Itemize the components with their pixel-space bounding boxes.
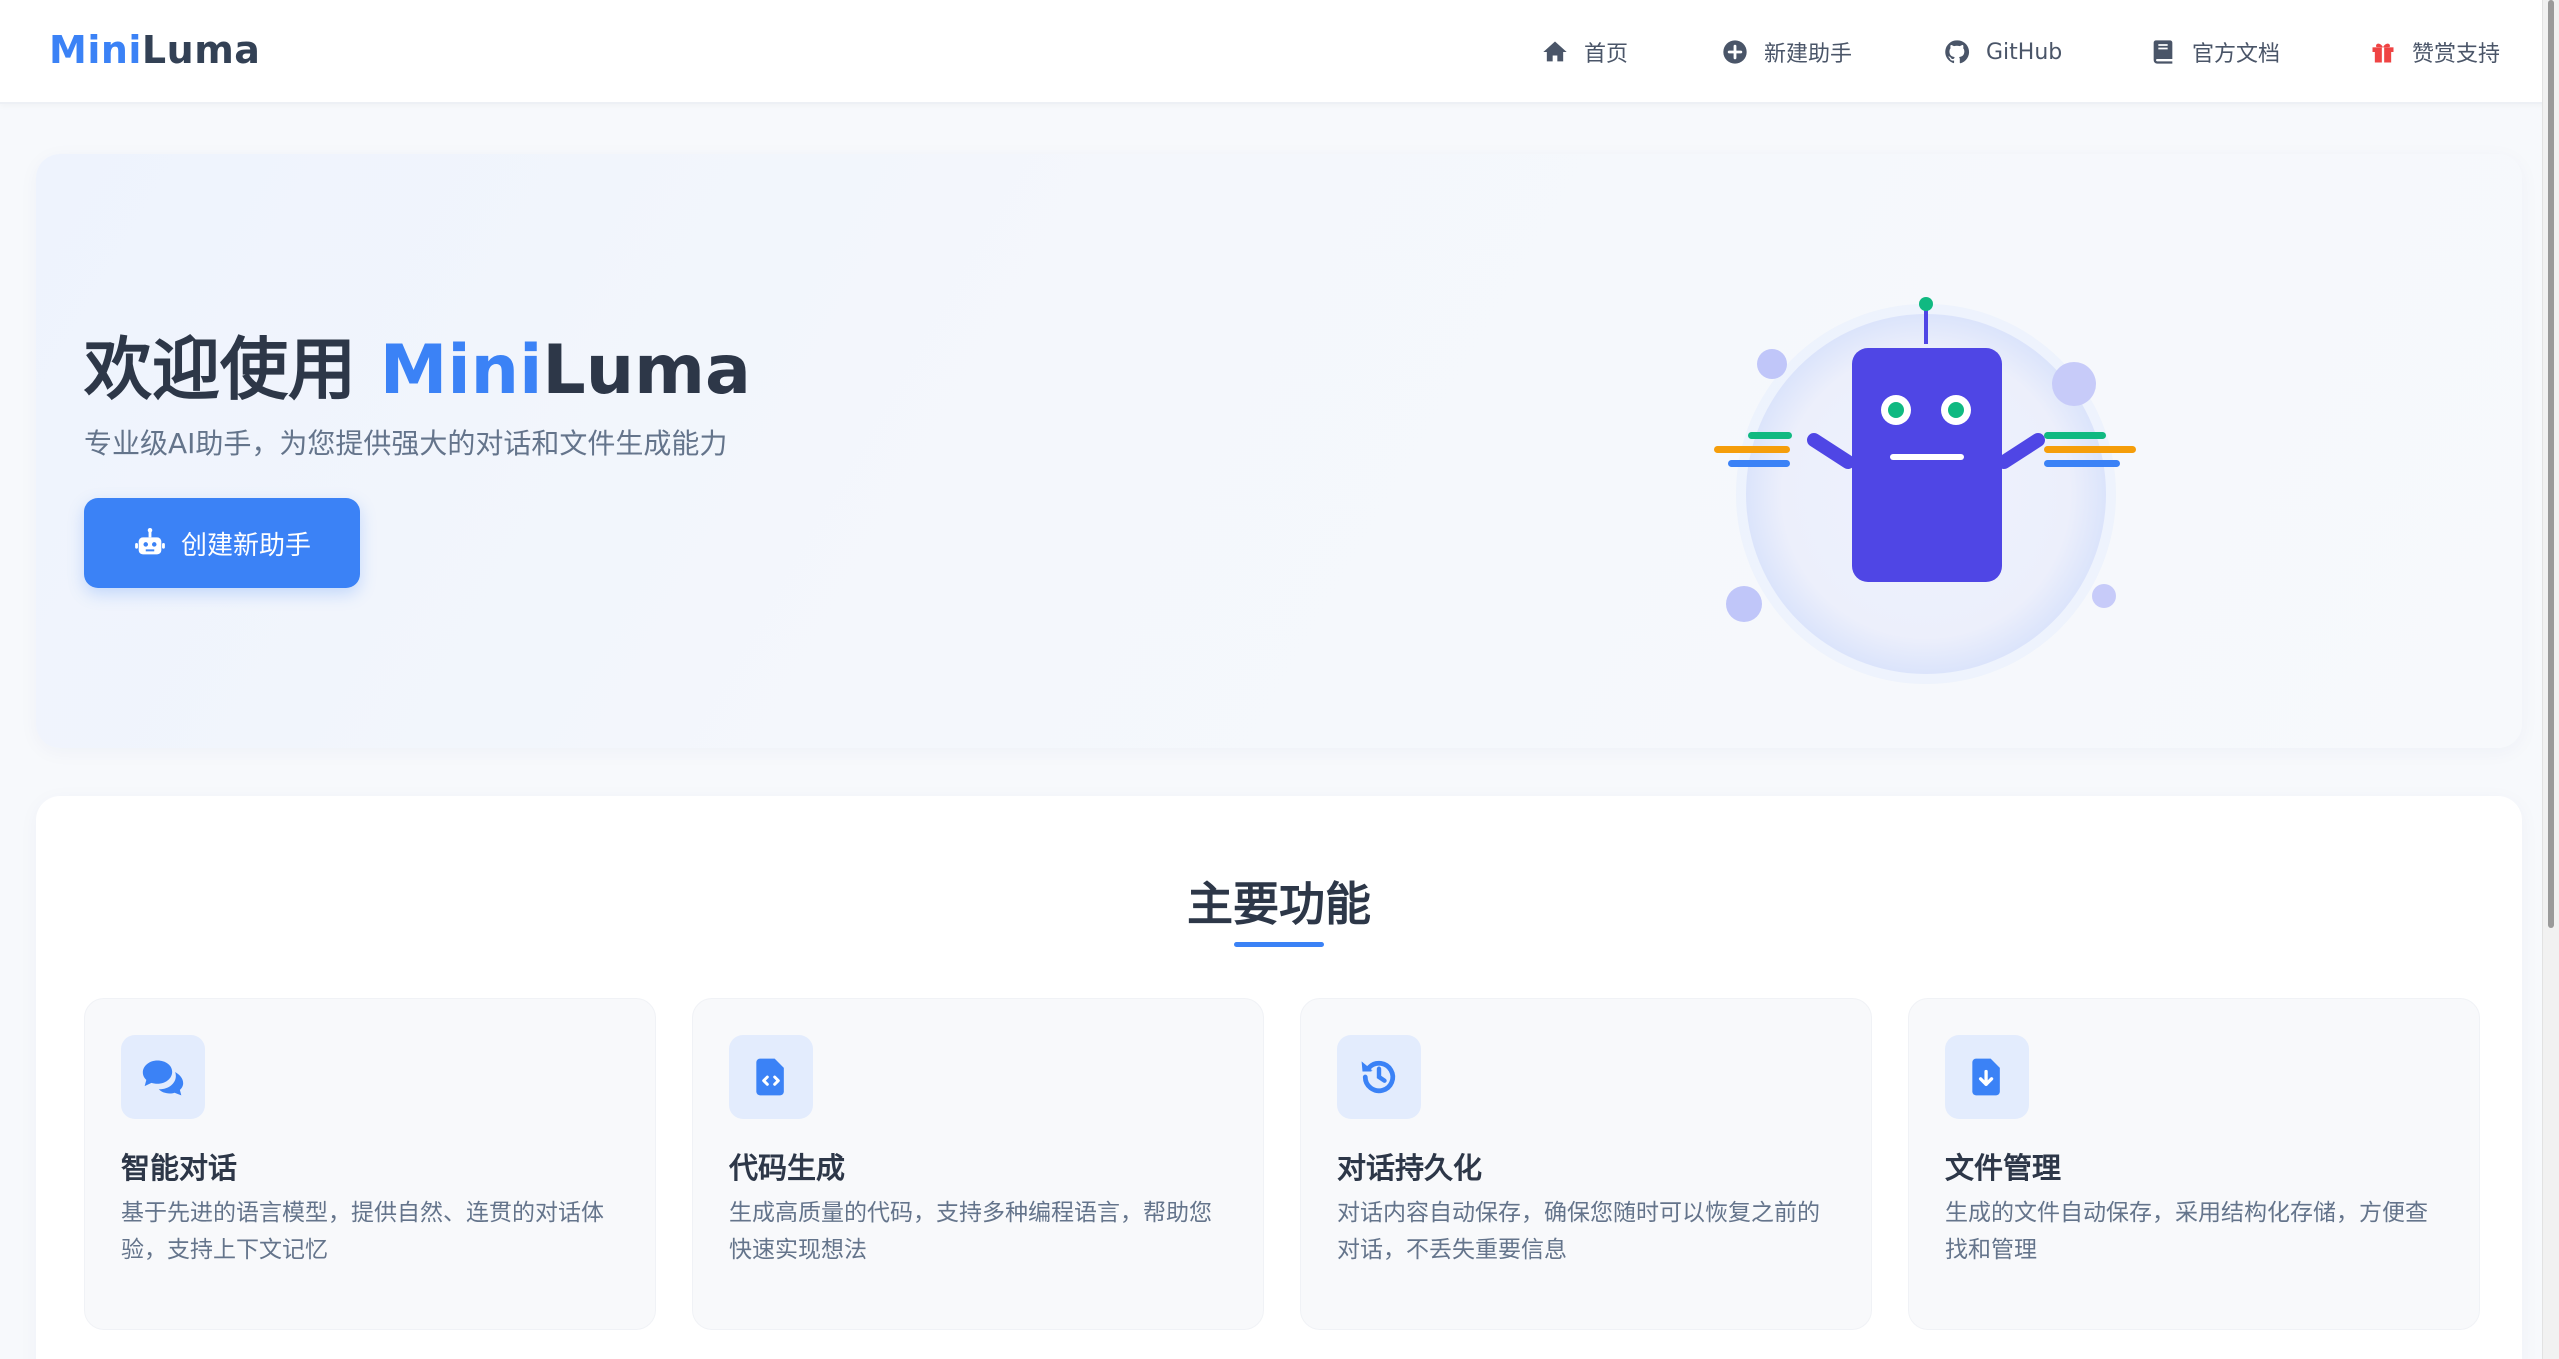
- nav-home-label: 首页: [1584, 42, 1629, 67]
- features-title-underline: [1234, 942, 1324, 947]
- feature-card-desc: 对话内容自动保存，确保您随时可以恢复之前的对话，不丢失重要信息: [1337, 1200, 1820, 1263]
- robot-illustration: [1666, 274, 2146, 694]
- feature-card-files[interactable]: 文件管理 生成的文件自动保存，采用结构化存储，方便查找和管理: [1908, 998, 2480, 1330]
- nav-sponsor[interactable]: 赞赏支持: [2368, 32, 2500, 72]
- plus-circle-icon: [1720, 37, 1750, 67]
- create-assistant-button-label: 创建新助手: [180, 530, 311, 561]
- feature-card-desc: 生成的文件自动保存，采用结构化存储，方便查找和管理: [1945, 1200, 2428, 1263]
- brand-mini: Mini: [49, 28, 142, 72]
- hero-section: 欢迎使用 MiniLuma 专业级AI助手，为您提供强大的对话和文件生成能力 创…: [36, 154, 2522, 748]
- brand-logo[interactable]: MiniLuma: [49, 28, 260, 72]
- home-icon: [1540, 37, 1570, 67]
- code-file-icon: [729, 1035, 813, 1119]
- nav-new-assistant-label: 新建助手: [1764, 42, 1853, 67]
- nav-new-assistant[interactable]: 新建助手: [1720, 32, 1852, 72]
- feature-card-desc: 生成高质量的代码，支持多种编程语言，帮助您快速实现想法: [729, 1200, 1212, 1263]
- feature-card-chat[interactable]: 智能对话 基于先进的语言模型，提供自然、连贯的对话体验，支持上下文记忆: [84, 998, 656, 1330]
- history-icon: [1337, 1035, 1421, 1119]
- features-section: 主要功能 智能对话 基于先进的语言模型，提供自然、连贯的对话体验，支持上下文记忆…: [36, 796, 2522, 1359]
- book-icon: [2148, 37, 2178, 67]
- hero-subtitle: 专业级AI助手，为您提供强大的对话和文件生成能力: [84, 427, 728, 460]
- top-navbar: MiniLuma 首页 新建助手 GitHub 官方文档 赞赏支持: [0, 0, 2559, 104]
- feature-card-title: 智能对话: [121, 1151, 238, 1185]
- hero-title-luma: Luma: [542, 331, 751, 410]
- nav-sponsor-label: 赞赏支持: [2412, 42, 2501, 67]
- nav-github-label: GitHub: [1986, 39, 2063, 65]
- feature-card-title: 对话持久化: [1337, 1151, 1483, 1185]
- nav-docs[interactable]: 官方文档: [2148, 32, 2280, 72]
- nav-home[interactable]: 首页: [1540, 32, 1628, 72]
- github-icon: [1942, 37, 1972, 67]
- chat-bubbles-icon: [121, 1035, 205, 1119]
- hero-title: 欢迎使用 MiniLuma: [84, 314, 751, 413]
- feature-card-code[interactable]: 代码生成 生成高质量的代码，支持多种编程语言，帮助您快速实现想法: [692, 998, 1264, 1330]
- feature-card-desc: 基于先进的语言模型，提供自然、连贯的对话体验，支持上下文记忆: [121, 1200, 604, 1263]
- features-title: 主要功能: [1187, 877, 1371, 931]
- feature-card-history[interactable]: 对话持久化 对话内容自动保存，确保您随时可以恢复之前的对话，不丢失重要信息: [1300, 998, 1872, 1330]
- hero-title-prefix: 欢迎使用: [84, 331, 380, 410]
- feature-card-title: 代码生成: [729, 1151, 846, 1185]
- feature-card-title: 文件管理: [1945, 1151, 2062, 1185]
- brand-luma: Luma: [141, 28, 261, 72]
- robot-icon: [133, 526, 167, 560]
- file-download-icon: [1945, 1035, 2029, 1119]
- create-assistant-button[interactable]: 创建新助手: [84, 498, 360, 588]
- hero-title-mini: Mini: [379, 331, 543, 410]
- page-scrollbar-thumb[interactable]: [2548, 0, 2554, 928]
- nav-docs-label: 官方文档: [2192, 42, 2281, 67]
- nav-github[interactable]: GitHub: [1942, 32, 2062, 72]
- gift-icon: [2368, 37, 2398, 67]
